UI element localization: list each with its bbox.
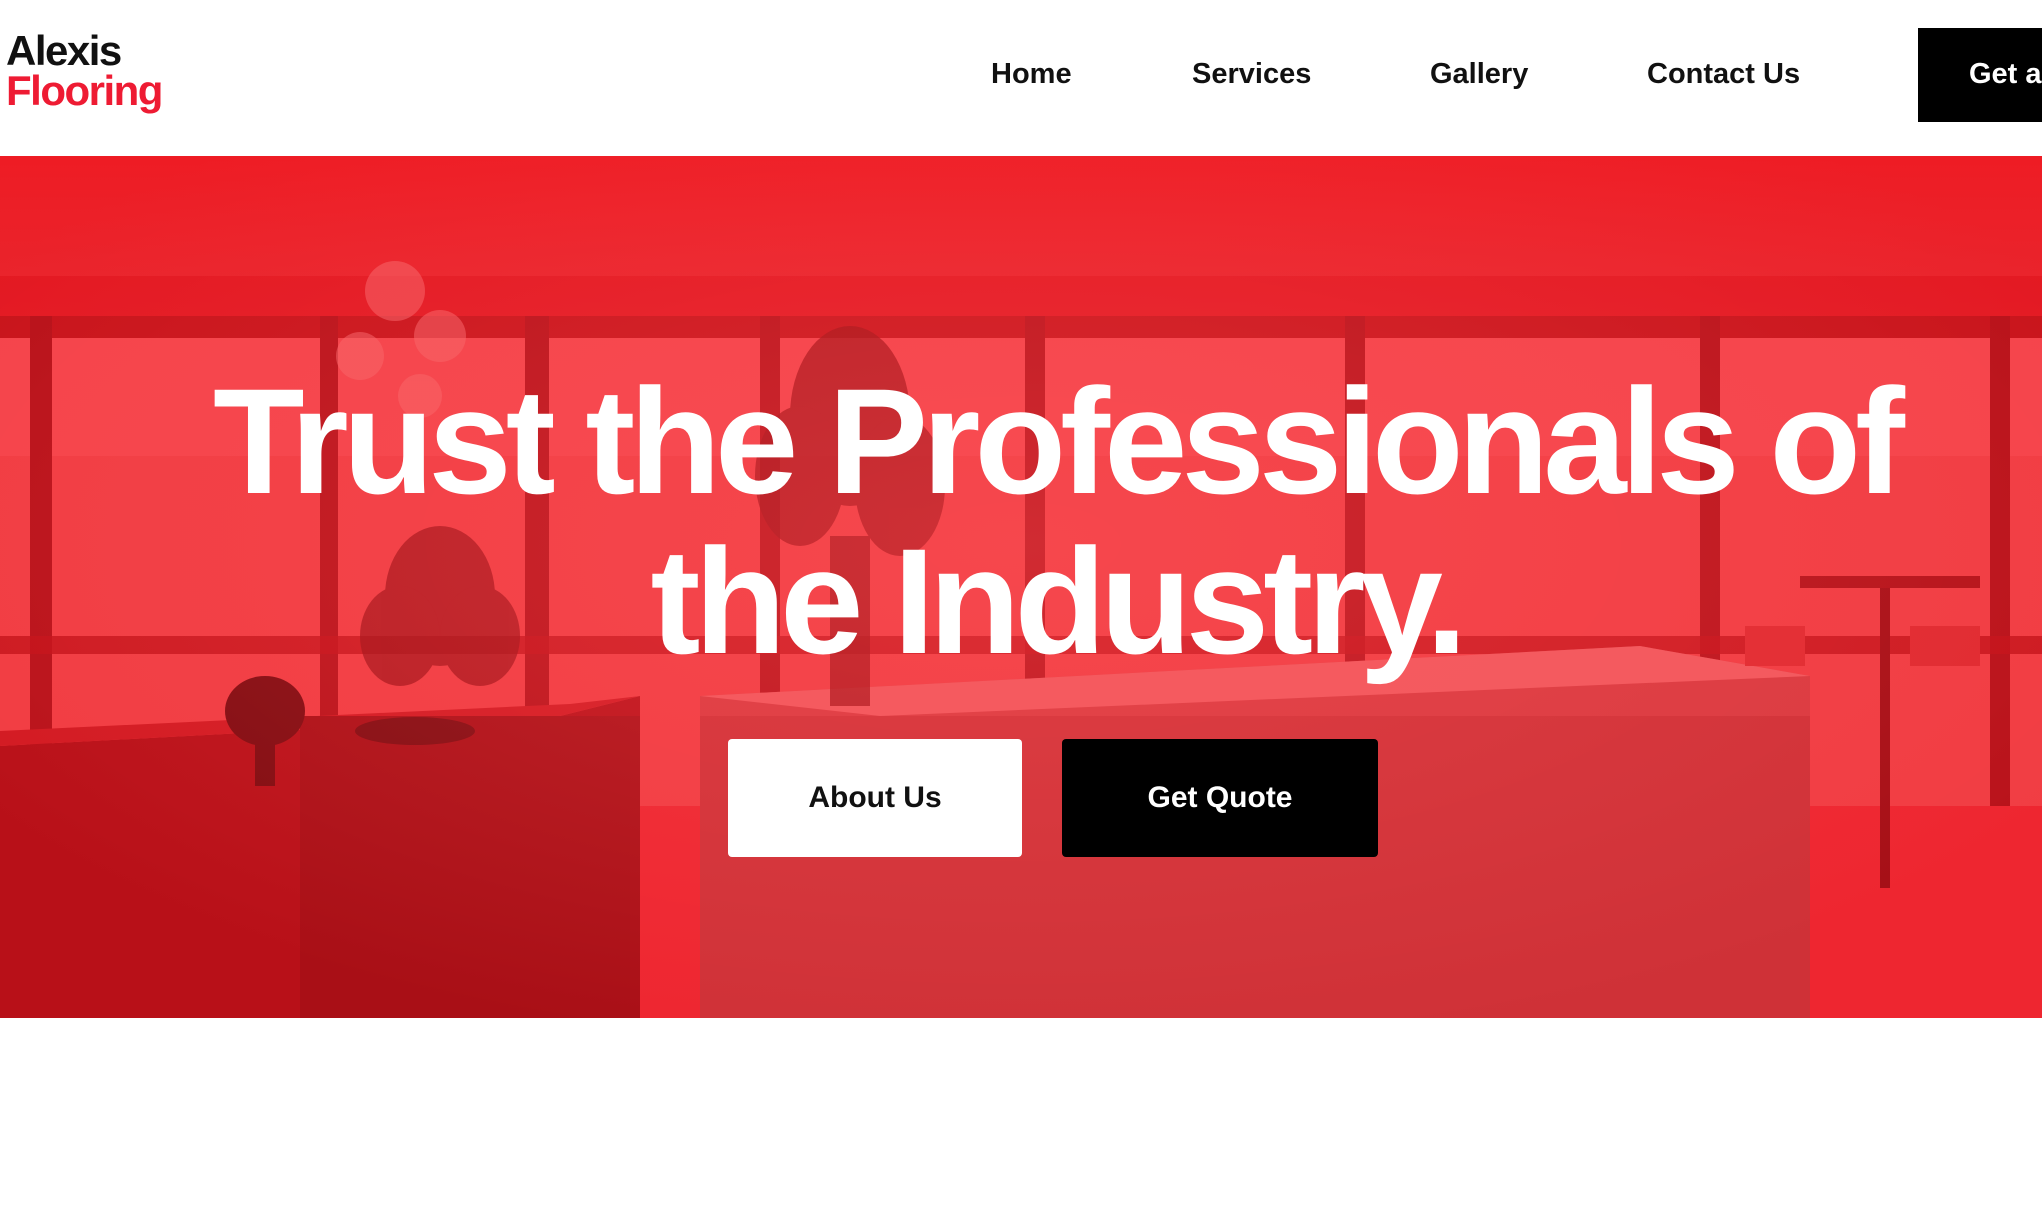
hero-headline-line2: the Industry. xyxy=(650,517,1468,685)
about-us-button[interactable]: About Us xyxy=(728,739,1022,857)
logo[interactable]: Alexis Flooring xyxy=(6,27,163,114)
logo-text-alexis: Alexis xyxy=(6,27,122,74)
nav-home-link[interactable]: Home xyxy=(991,58,1072,91)
nav-contact-us-link[interactable]: Contact Us xyxy=(1647,58,1800,91)
get-a-quote-header-button[interactable]: Get a xyxy=(1918,28,2042,122)
get-quote-button[interactable]: Get Quote xyxy=(1062,739,1378,857)
site-header: Alexis Flooring Home Services Gallery Co… xyxy=(0,0,2042,156)
hero-headline-line1: Trust the Professionals of xyxy=(212,357,1905,525)
nav-gallery-link[interactable]: Gallery xyxy=(1430,58,1528,91)
below-hero-section xyxy=(0,1018,2042,1220)
hero-headline: Trust the Professionals of the Industry. xyxy=(0,361,2042,681)
logo-text-flooring: Flooring xyxy=(6,67,163,114)
hero-section: Trust the Professionals of the Industry.… xyxy=(0,156,2042,1018)
nav-services-link[interactable]: Services xyxy=(1192,58,1311,91)
